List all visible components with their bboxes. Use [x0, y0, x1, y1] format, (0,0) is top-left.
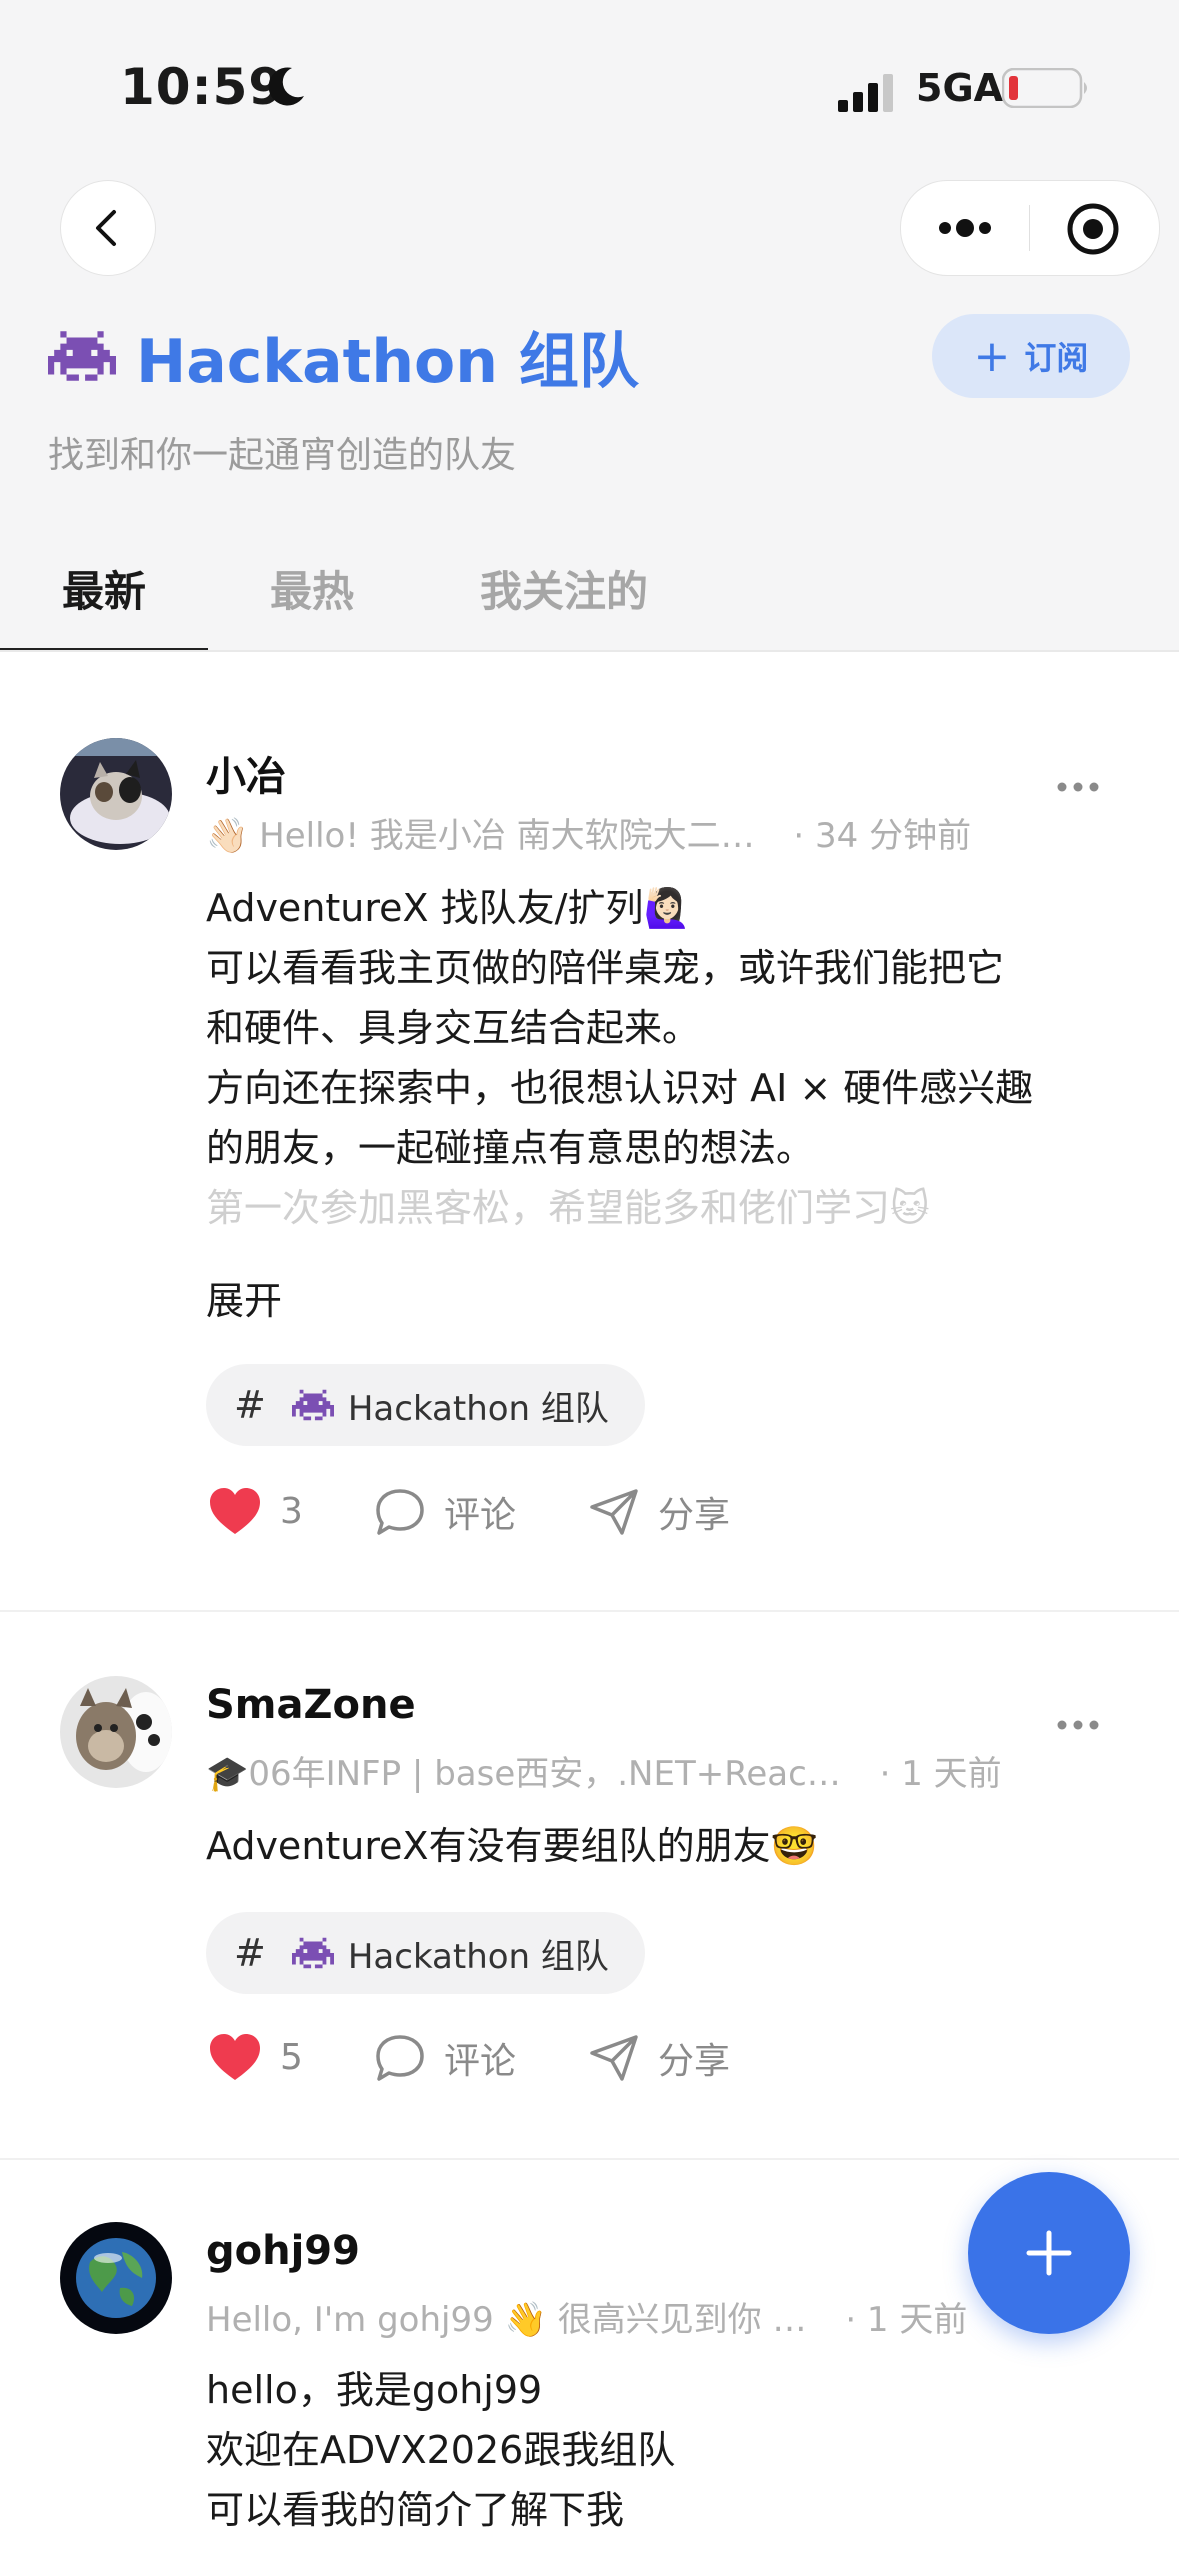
post-meta: 👋🏻 Hello! 我是小冶 南大软院大二… · 34 分钟前 — [206, 808, 971, 857]
author-name[interactable]: SmaZone — [206, 1682, 416, 1728]
comment-button[interactable]: 评论 — [374, 1486, 516, 1538]
post-content: AdventureX 找队友/扩列🙋🏻‍♀️ 可以看看我主页做的陪伴桌宠，或许我… — [206, 878, 1126, 1238]
heart-filled-icon — [210, 1488, 260, 1534]
post-actions: 5 评论 分享 — [206, 2032, 1106, 2092]
share-button[interactable]: 分享 — [588, 1486, 730, 1538]
navigation-bar — [0, 180, 1179, 276]
more-icon[interactable] — [935, 207, 995, 249]
author-name[interactable]: gohj99 — [206, 2228, 360, 2274]
share-button[interactable]: 分享 — [588, 2032, 730, 2084]
avatar[interactable] — [60, 1676, 172, 1788]
tab-latest[interactable]: 最新 — [62, 558, 146, 619]
space-invader-icon — [48, 331, 116, 381]
subscribe-label: 订阅 — [1024, 339, 1089, 377]
topic-tag-label: Hackathon 组队 — [347, 1388, 609, 1429]
share-icon — [590, 2035, 638, 2081]
content-line: hello，我是gohj99 — [206, 2368, 543, 2412]
comment-icon — [376, 2035, 424, 2081]
content-line: 可以看看我主页做的陪伴桌宠，或许我们能把它 — [206, 946, 1005, 990]
post-time: · 1 天前 — [879, 1754, 1002, 1794]
more-options-icon[interactable] — [1056, 1718, 1100, 1732]
plus-icon: + — [973, 330, 1011, 382]
page-subtitle: 找到和你一起通宵创造的队友 — [48, 435, 517, 476]
like-count: 3 — [280, 1490, 303, 1532]
tab-hot[interactable]: 最热 — [270, 558, 354, 619]
content-line: AdventureX 找队友/扩列🙋🏻‍♀️ — [206, 886, 691, 930]
signal-icon — [838, 74, 893, 112]
space-invader-icon — [291, 1937, 334, 1969]
post-card[interactable]: SmaZone 🎓06年INFP | base西安，.NET+Reac… · 1… — [0, 1612, 1179, 2158]
expand-button[interactable]: 展开 — [206, 1270, 282, 1325]
mini-program-capsule — [900, 180, 1160, 276]
post-meta: Hello, I'm gohj99 👋 很高兴见到你 … · 1 天前 — [206, 2292, 967, 2341]
content-line: 和硬件、具身交互结合起来。 — [206, 1006, 701, 1050]
share-label: 分享 — [658, 1495, 731, 1536]
network-type: 5GA — [916, 66, 1004, 110]
chevron-left-icon — [96, 210, 116, 246]
battery-low-icon — [1002, 68, 1087, 108]
content-line: 欢迎在ADVX2026跟我组队 — [206, 2428, 676, 2472]
page-title-row: Hackathon 组队 — [48, 316, 639, 397]
share-label: 分享 — [658, 2041, 731, 2082]
content-line: 可以看我的简介了解下我 — [206, 2488, 625, 2532]
post-time: · 1 天前 — [845, 2300, 968, 2340]
like-count: 5 — [280, 2036, 303, 2078]
plus-icon — [1026, 2230, 1072, 2276]
post-actions: 3 评论 分享 — [206, 1486, 1106, 1546]
like-button[interactable]: 5 — [208, 2032, 303, 2082]
moon-icon — [268, 67, 304, 106]
hash-icon: # — [234, 1931, 266, 1975]
back-button[interactable] — [60, 180, 156, 276]
create-post-button[interactable] — [968, 2172, 1130, 2334]
comment-button[interactable]: 评论 — [374, 2032, 516, 2084]
content-line: AdventureX有没有要组队的朋友🤓 — [206, 1824, 818, 1868]
tab-following[interactable]: 我关注的 — [480, 558, 648, 619]
subscribe-button[interactable]: + 订阅 — [932, 314, 1130, 398]
tab-bar: 最新 最热 我关注的 — [0, 548, 1179, 652]
post-card[interactable]: 小冶 👋🏻 Hello! 我是小冶 南大软院大二… · 34 分钟前 Adven… — [0, 652, 1179, 1610]
capsule-divider — [1029, 205, 1030, 251]
hash-icon: # — [234, 1383, 266, 1427]
avatar[interactable] — [60, 2222, 172, 2334]
close-miniprogram-icon[interactable] — [1065, 201, 1121, 257]
author-bio: 👋🏻 Hello! 我是小冶 南大软院大二… — [206, 816, 755, 856]
status-bar: 10:59 5GA — [0, 58, 1179, 118]
content-line: 的朋友，一起碰撞点有意思的想法。 — [206, 1126, 815, 1170]
share-icon — [590, 1489, 638, 1535]
avatar[interactable] — [60, 738, 172, 850]
post-content: hello，我是gohj99 欢迎在ADVX2026跟我组队 可以看我的简介了解… — [206, 2360, 1126, 2540]
topic-tag-label: Hackathon 组队 — [347, 1936, 609, 1977]
comment-label: 评论 — [444, 1495, 517, 1536]
comment-label: 评论 — [444, 2041, 517, 2082]
post-time: · 34 分钟前 — [793, 816, 972, 856]
author-bio: 🎓06年INFP | base西安，.NET+Reac… — [206, 1754, 841, 1794]
content-line: 方向还在探索中，也很想认识对 AI × 硬件感兴趣 — [206, 1066, 1034, 1110]
like-button[interactable]: 3 — [208, 1486, 303, 1536]
topic-tag[interactable]: # Hackathon 组队 — [206, 1364, 645, 1446]
comment-icon — [376, 1489, 424, 1535]
space-invader-icon — [291, 1389, 334, 1421]
content-line-faded: 第一次参加黑客松，希望能多和佬们学习🐱 — [206, 1186, 930, 1230]
author-bio: Hello, I'm gohj99 👋 很高兴见到你 … — [206, 2300, 807, 2340]
topic-tag[interactable]: # Hackathon 组队 — [206, 1912, 645, 1994]
status-time: 10:59 — [120, 58, 285, 116]
post-meta: 🎓06年INFP | base西安，.NET+Reac… · 1 天前 — [206, 1746, 1002, 1795]
more-options-icon[interactable] — [1056, 780, 1100, 794]
heart-filled-icon — [210, 2034, 260, 2080]
page-title: Hackathon 组队 — [136, 326, 639, 397]
post-content: AdventureX有没有要组队的朋友🤓 — [206, 1816, 1126, 1876]
author-name[interactable]: 小冶 — [206, 744, 286, 802]
